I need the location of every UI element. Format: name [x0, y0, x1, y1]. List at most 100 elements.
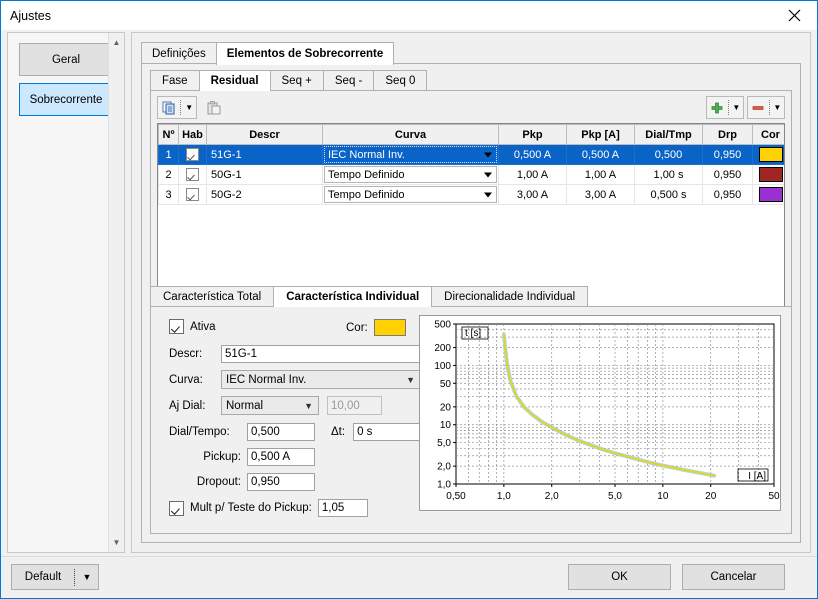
cell-cor[interactable] — [752, 144, 784, 165]
svg-text:0,50: 0,50 — [446, 491, 466, 502]
cell-cor[interactable] — [752, 184, 784, 205]
color-picker-swatch[interactable] — [373, 319, 406, 336]
chevron-down-icon[interactable]: ▼ — [730, 97, 743, 118]
mult-pickup-input[interactable]: 1,05 — [317, 499, 368, 517]
tab-elementos-de-sobrecorrente[interactable]: Elementos de Sobrecorrente — [215, 42, 395, 65]
chevron-down-icon[interactable]: ▼ — [771, 97, 784, 118]
cell-pkp[interactable]: 3,00 A — [498, 184, 567, 205]
color-swatch[interactable] — [758, 147, 783, 162]
dial-tempo-row: Dial/Tempo: 0,500 Δt: 0 s — [169, 423, 422, 441]
enable-checkbox[interactable] — [186, 148, 199, 161]
tab-seq-minus[interactable]: Seq - — [322, 70, 375, 91]
color-swatch[interactable] — [758, 187, 783, 202]
ativa-label: Ativa — [190, 320, 216, 333]
chevron-down-icon[interactable]: ▼ — [182, 97, 196, 118]
column-header-dial-tmp[interactable]: Dial/Tmp — [634, 124, 703, 145]
cell-dial-tmp[interactable]: 0,500 s — [634, 184, 703, 205]
characteristic-curve-chart[interactable]: 0,50 1,0 2,0 5,0 10 20 50 1,0 2,0 5,0 10 20 50 100 200… — [419, 315, 781, 511]
curve-dropdown[interactable]: Tempo Definido — [324, 186, 497, 203]
tab-label: Seq 0 — [385, 75, 416, 87]
cell-curva[interactable]: Tempo Definido — [322, 164, 499, 185]
close-button[interactable] — [771, 1, 817, 30]
cell-pkp-a[interactable]: 3,00 A — [566, 184, 635, 205]
cell-dial-tmp[interactable]: 1,00 s — [634, 164, 703, 185]
copy-split-button[interactable]: ▼ — [157, 96, 197, 119]
sidebar-item-geral[interactable]: Geral — [19, 43, 113, 76]
curva-dropdown[interactable]: IEC Normal Inv. ▼ — [221, 370, 421, 389]
column-header-drp[interactable]: Drp — [702, 124, 753, 145]
cell-curva[interactable]: IEC Normal Inv. — [322, 144, 499, 165]
delta-t-input[interactable]: 0 s — [353, 423, 422, 441]
default-split-button[interactable]: Default ▼ — [11, 564, 99, 590]
tab-fase[interactable]: Fase — [150, 70, 200, 91]
cancel-button[interactable]: Cancelar — [682, 564, 785, 590]
column-header-hab[interactable]: Hab — [178, 124, 207, 145]
column-header-pkp[interactable]: Pkp — [498, 124, 567, 145]
tab-caracteristica-individual[interactable]: Característica Individual — [273, 286, 433, 307]
tab-caracteristica-total[interactable]: Característica Total — [150, 286, 275, 307]
sidebar-item-sobrecorrente[interactable]: Sobrecorrente — [19, 83, 113, 116]
column-header-descr[interactable]: Descr — [206, 124, 323, 145]
descr-input[interactable]: 51G-1 — [221, 345, 421, 363]
table-header-row: Nº Hab Descr Curva Pkp Pkp [A] Dial/Tmp … — [158, 124, 784, 145]
cell-descr[interactable]: 51G-1 — [206, 144, 323, 165]
chevron-down-icon[interactable]: ▼ — [76, 565, 98, 589]
pickup-input[interactable]: 0,500 A — [247, 448, 315, 466]
ok-button[interactable]: OK — [568, 564, 671, 590]
default-button-label[interactable]: Default — [12, 565, 74, 589]
enable-checkbox[interactable] — [186, 168, 199, 181]
column-header-num[interactable]: Nº — [158, 124, 179, 145]
copy-icon[interactable] — [158, 97, 180, 118]
tab-label: Seq - — [334, 75, 363, 87]
chevron-down-icon[interactable]: ▼ — [109, 535, 124, 550]
svg-text:50: 50 — [440, 379, 452, 390]
cell-dial-tmp[interactable]: 0,500 — [634, 144, 703, 165]
cell-hab[interactable] — [178, 184, 207, 205]
column-header-pkp-a[interactable]: Pkp [A] — [566, 124, 635, 145]
aj-dial-dropdown[interactable]: Normal ▼ — [221, 396, 319, 415]
characteristic-section: Característica Total Característica Indi… — [150, 286, 792, 534]
dial-tempo-input[interactable]: 0,500 — [247, 423, 315, 441]
tab-seq-plus[interactable]: Seq + — [269, 70, 324, 91]
cell-cor[interactable] — [752, 164, 784, 185]
cell-hab[interactable] — [178, 144, 207, 165]
cell-drp[interactable]: 0,950 — [702, 144, 753, 165]
enable-checkbox[interactable] — [186, 188, 199, 201]
cell-drp[interactable]: 0,950 — [702, 164, 753, 185]
sidebar-scrollbar[interactable]: ▲ ▼ — [108, 33, 124, 552]
minus-icon[interactable] — [748, 97, 769, 118]
cell-pkp-a[interactable]: 0,500 A — [566, 144, 635, 165]
tab-seq-zero[interactable]: Seq 0 — [373, 70, 428, 91]
mult-pickup-checkbox[interactable] — [169, 500, 184, 516]
cell-descr[interactable]: 50G-1 — [206, 164, 323, 185]
column-header-curva[interactable]: Curva — [322, 124, 499, 145]
cell-pkp[interactable]: 0,500 A — [498, 144, 567, 165]
tab-residual[interactable]: Residual — [198, 70, 271, 91]
column-header-cor[interactable]: Cor — [752, 124, 784, 145]
cell-pkp[interactable]: 1,00 A — [498, 164, 567, 185]
table-row[interactable]: 2 50G-1 Tempo Definido 1,00 A 1,00 A 1,0… — [158, 164, 784, 185]
cell-hab[interactable] — [178, 164, 207, 185]
plus-icon[interactable] — [707, 97, 728, 118]
cell-drp[interactable]: 0,950 — [702, 184, 753, 205]
tab-definicoes[interactable]: Definições — [141, 42, 217, 64]
table-row[interactable]: 3 50G-2 Tempo Definido 3,00 A 3,00 A 0,5… — [158, 184, 784, 205]
add-row-split-button[interactable]: ▼ — [706, 96, 744, 119]
cell-pkp-a[interactable]: 1,00 A — [566, 164, 635, 185]
curve-dropdown[interactable]: Tempo Definido — [324, 166, 497, 183]
dropout-input[interactable]: 0,950 — [247, 473, 315, 491]
cell-curva[interactable]: Tempo Definido — [322, 184, 499, 205]
chevron-up-icon[interactable]: ▲ — [109, 35, 124, 50]
curva-value: IEC Normal Inv. — [226, 373, 307, 386]
curve-dropdown[interactable]: IEC Normal Inv. — [324, 146, 497, 163]
tab-label: Direcionalidade Individual — [444, 291, 576, 303]
color-swatch[interactable] — [758, 167, 783, 182]
cell-descr[interactable]: 50G-2 — [206, 184, 323, 205]
tab-direcionalidade-individual[interactable]: Direcionalidade Individual — [431, 286, 589, 307]
tab-label: Definições — [152, 47, 206, 60]
remove-row-split-button[interactable]: ▼ — [747, 96, 785, 119]
ativa-checkbox[interactable] — [169, 319, 184, 334]
inner-tab-bar: Fase Residual Seq + Seq - Seq 0 — [150, 70, 792, 91]
paste-button[interactable] — [202, 96, 226, 119]
table-row[interactable]: 1 51G-1 IEC Normal Inv. 0,500 A 0,500 A … — [158, 144, 784, 165]
